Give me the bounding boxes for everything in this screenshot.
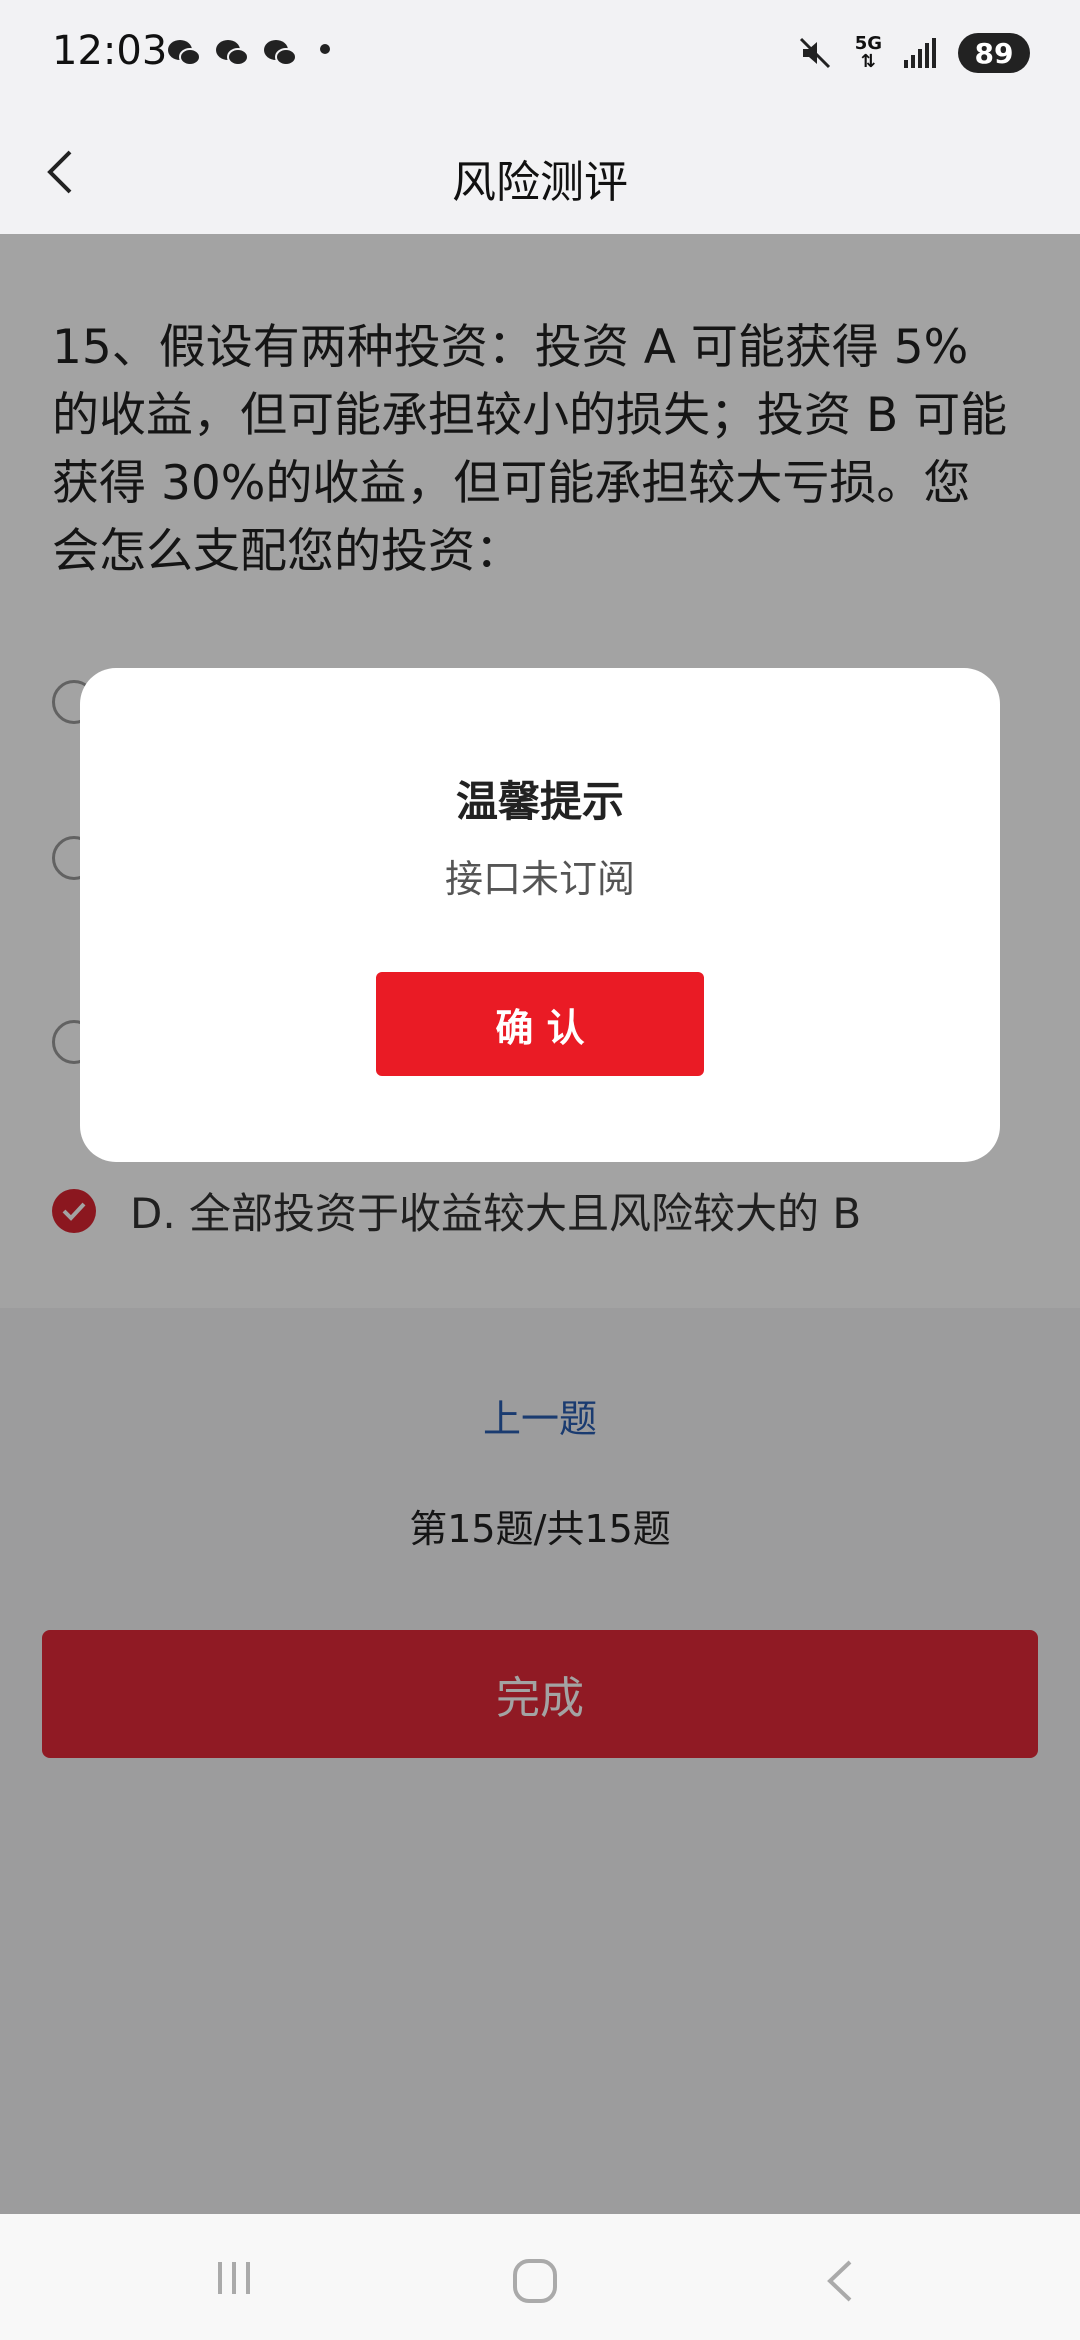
wechat-icon bbox=[168, 40, 201, 66]
alert-dialog: 温馨提示 接口未订阅 确 认 bbox=[80, 668, 1000, 1162]
wechat-icon bbox=[264, 40, 297, 66]
network-indicator: 5G ⇅ bbox=[855, 35, 882, 71]
dialog-title: 温馨提示 bbox=[455, 777, 624, 826]
signal-icon bbox=[904, 38, 936, 68]
nav-bar: 风险测评 bbox=[0, 110, 1080, 235]
page-title: 风险测评 bbox=[452, 157, 628, 208]
battery-indicator: 89 bbox=[958, 33, 1030, 73]
mute-icon bbox=[799, 37, 830, 69]
back-icon[interactable] bbox=[820, 2256, 860, 2306]
home-icon[interactable] bbox=[510, 2256, 560, 2306]
data-arrows-icon: ⇅ bbox=[860, 51, 876, 72]
notification-dot bbox=[320, 44, 330, 54]
recent-apps-icon[interactable] bbox=[212, 2256, 256, 2300]
status-bar: 12:03 5G ⇅ 89 bbox=[0, 0, 1080, 110]
modal-overlay[interactable] bbox=[0, 234, 1080, 2214]
confirm-button[interactable]: 确 认 bbox=[376, 972, 704, 1076]
dialog-message: 接口未订阅 bbox=[444, 857, 635, 901]
wechat-icon bbox=[216, 40, 249, 66]
status-time: 12:03 bbox=[52, 28, 168, 74]
system-nav-bar bbox=[0, 2214, 1080, 2340]
